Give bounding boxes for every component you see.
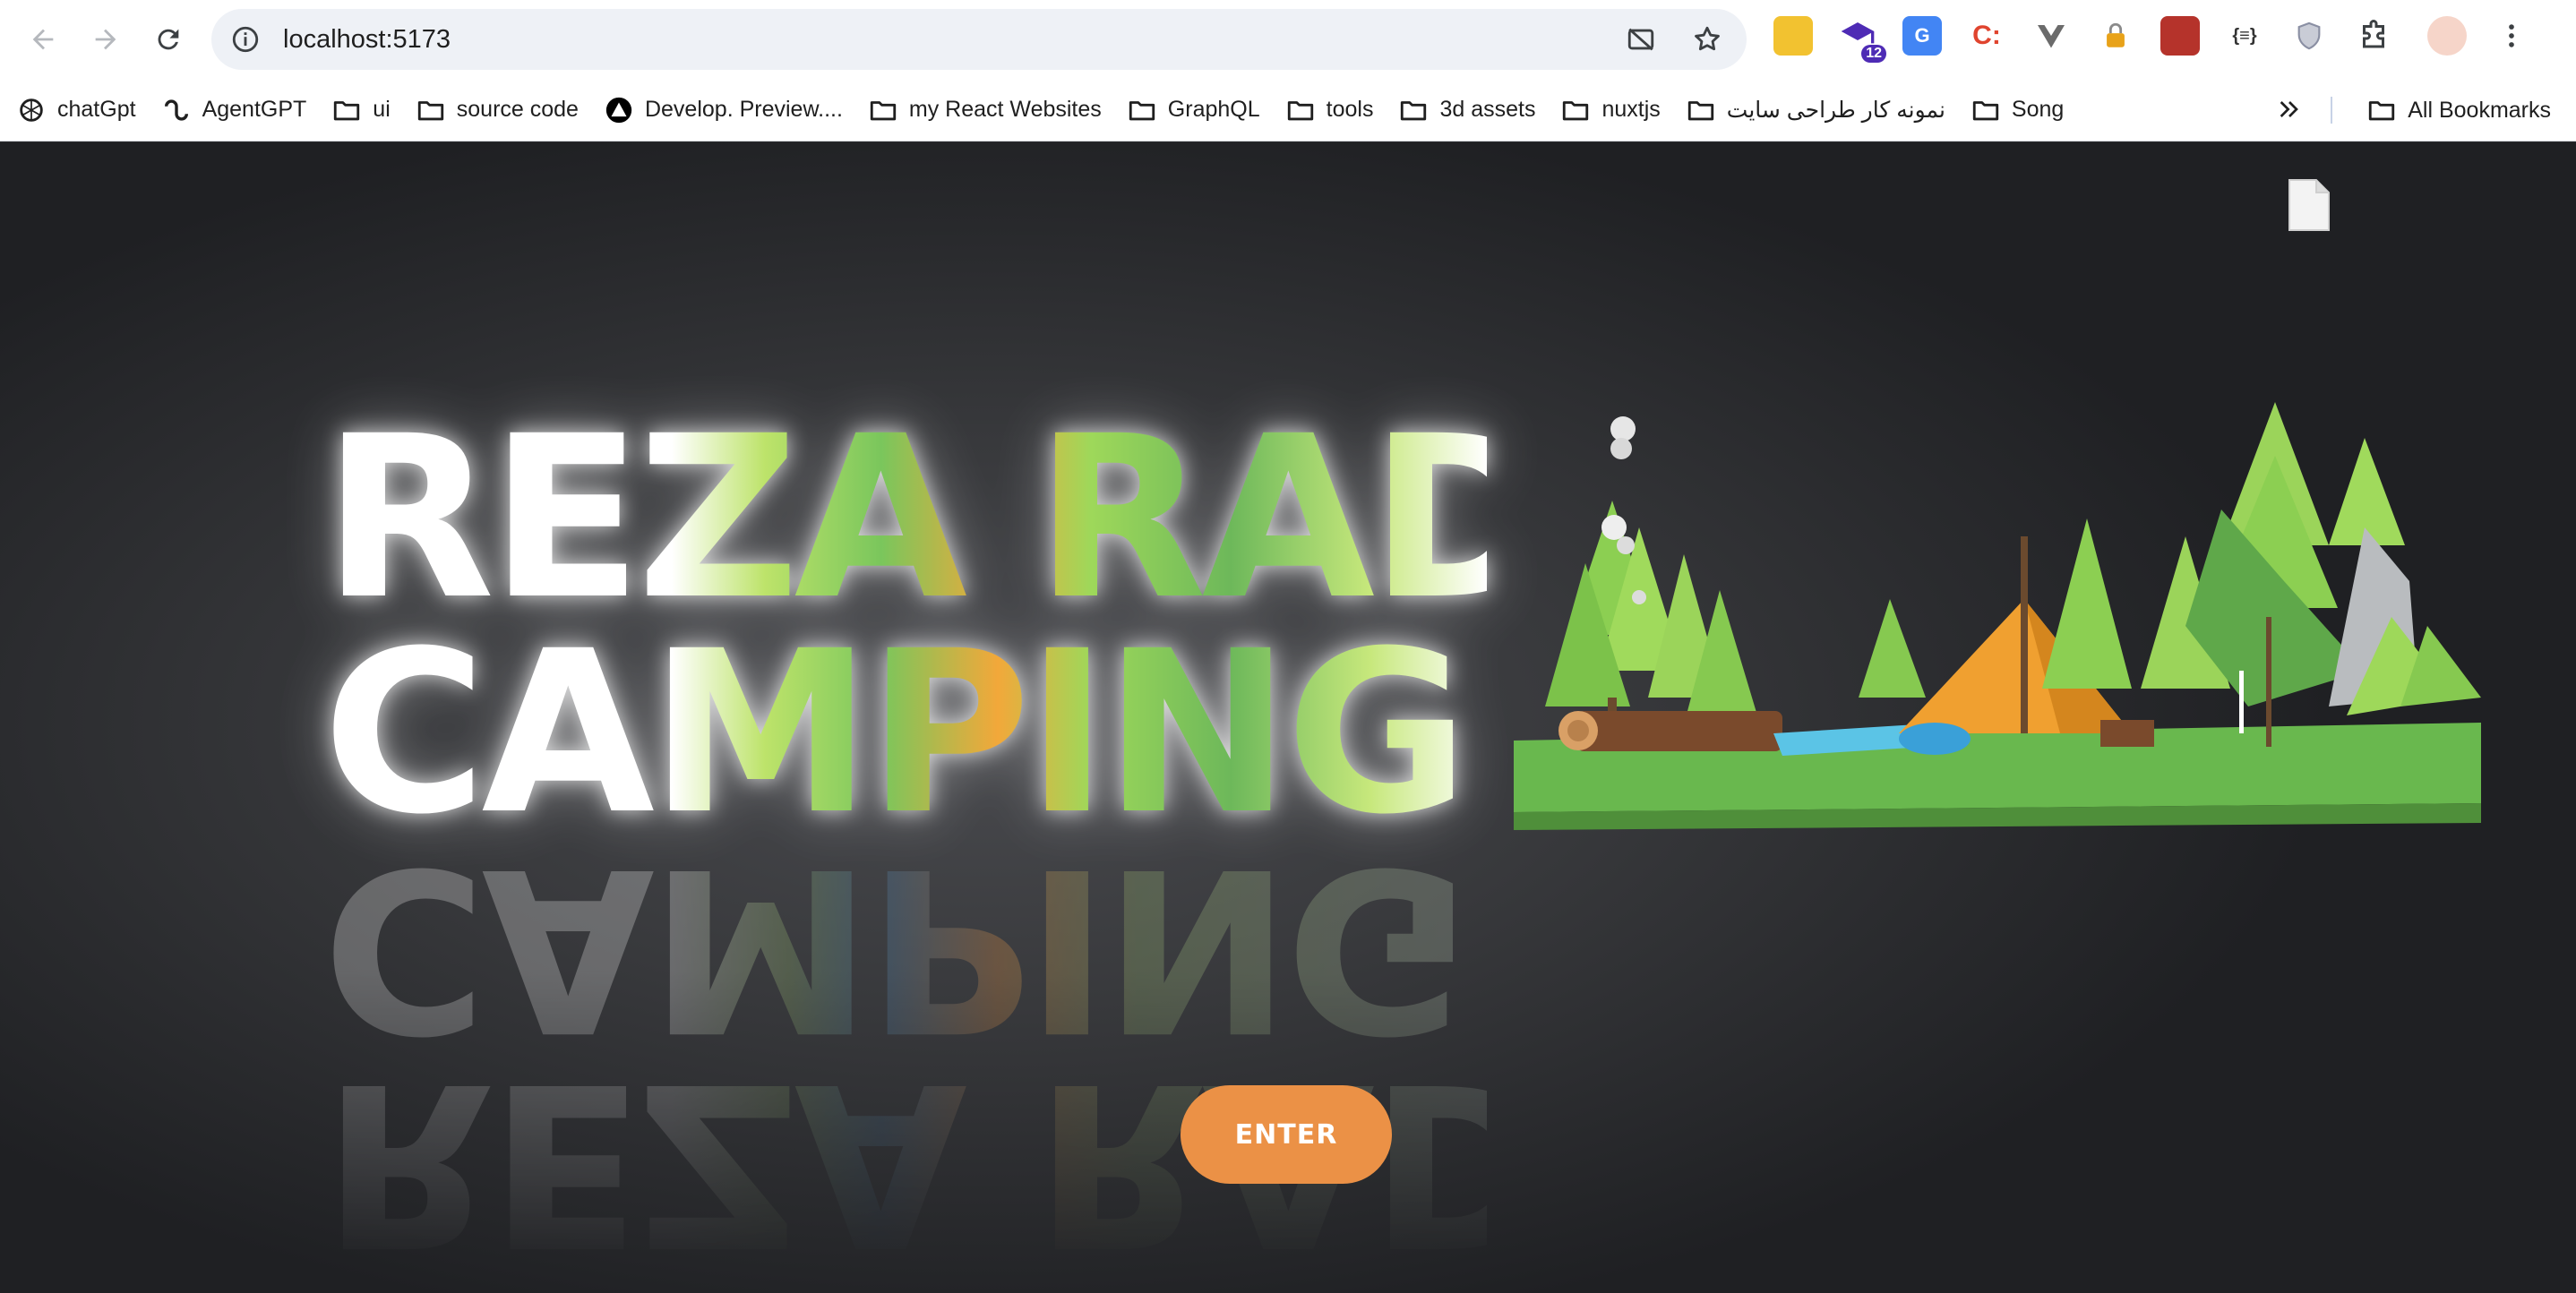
shield-extension-icon[interactable] bbox=[2289, 16, 2329, 56]
agent-icon bbox=[164, 98, 188, 121]
log-pile bbox=[1558, 711, 1782, 751]
bookmarks-divider bbox=[2331, 97, 2332, 124]
sleeping-bag bbox=[1899, 723, 1971, 755]
url-text[interactable]: localhost:5173 bbox=[283, 25, 451, 55]
file-icon[interactable] bbox=[2288, 178, 2331, 232]
more-menu-icon[interactable] bbox=[2492, 16, 2531, 56]
bookmark-folder[interactable]: GraphQL bbox=[1114, 88, 1273, 133]
bookmark-label: Develop. Preview.... bbox=[644, 97, 843, 122]
browser-toolbar: localhost:5173 12 G C: {≡} bbox=[0, 0, 2576, 79]
all-bookmarks-label: All Bookmarks bbox=[2408, 97, 2551, 123]
title-line-1: REZA RAD bbox=[322, 388, 1550, 648]
bookmark-folder[interactable]: my React Websites bbox=[855, 88, 1114, 133]
bookmark-item[interactable]: AgentGPT bbox=[149, 88, 320, 133]
site-info-icon[interactable] bbox=[226, 20, 265, 59]
bookmark-folder[interactable]: source code bbox=[403, 88, 591, 133]
bookmark-folder[interactable]: Song bbox=[1958, 88, 2076, 133]
red-extension-icon[interactable] bbox=[2160, 16, 2200, 56]
bookmark-label: source code bbox=[456, 97, 579, 122]
openai-icon bbox=[20, 98, 43, 122]
tree-group-right bbox=[2185, 402, 2481, 747]
bookmark-label: AgentGPT bbox=[202, 97, 307, 122]
bookmarks-bar: chatGpt AgentGPT ui source code Develop.… bbox=[0, 79, 2576, 141]
more-bookmarks-icon[interactable] bbox=[2271, 91, 2307, 127]
bookmark-folder[interactable]: tools bbox=[1273, 88, 1387, 133]
bookmark-label: tools bbox=[1326, 97, 1374, 122]
avatar[interactable] bbox=[2427, 16, 2467, 56]
translate-extension-icon[interactable]: G bbox=[1902, 16, 1942, 56]
bookmark-star-icon[interactable] bbox=[1686, 18, 1729, 61]
title-line-2: CAMPING bbox=[322, 603, 1464, 863]
reflection-line-2: CAMPING bbox=[322, 818, 1464, 1079]
bookmark-item[interactable]: Develop. Preview.... bbox=[591, 88, 855, 133]
folder-icon bbox=[1129, 100, 1155, 120]
tree-group-left bbox=[1545, 501, 1760, 733]
enter-button[interactable]: ENTER bbox=[1181, 1085, 1392, 1184]
address-bar[interactable]: localhost:5173 bbox=[211, 9, 1747, 70]
vue-extension-icon[interactable] bbox=[2031, 16, 2071, 56]
bookmark-label: Song bbox=[2011, 97, 2065, 122]
title-reflection: REZA RAD CAMPING bbox=[322, 841, 1487, 1271]
folder-icon bbox=[334, 100, 360, 120]
bookmark-label: nuxtjs bbox=[1601, 97, 1661, 122]
puzzle-icon[interactable] bbox=[2354, 16, 2393, 56]
eye-off-icon[interactable] bbox=[1619, 18, 1662, 61]
webgl-canvas[interactable]: REZA RAD CAMPING REZA RAD CAMPING ENTER bbox=[0, 142, 2576, 1293]
lock-extension-icon[interactable] bbox=[2096, 16, 2135, 56]
bookmark-folder[interactable]: 3d assets bbox=[1386, 88, 1548, 133]
c-extension-icon[interactable]: C: bbox=[1967, 16, 2006, 56]
bookmark-label: نمونه کار طراحی سایت bbox=[1726, 97, 1945, 123]
folder-icon bbox=[1401, 100, 1427, 120]
folder-icon bbox=[870, 100, 897, 120]
extension-badge: 12 bbox=[1861, 45, 1886, 63]
arrow-right-icon bbox=[95, 29, 116, 50]
camping-scene bbox=[1514, 402, 2481, 830]
vercel-icon bbox=[605, 97, 632, 123]
tree-stump bbox=[2100, 720, 2154, 747]
json-extension-icon[interactable]: {≡} bbox=[2225, 16, 2264, 56]
folder-icon bbox=[417, 100, 443, 120]
reload-icon bbox=[158, 29, 179, 50]
bookmark-item[interactable]: chatGpt bbox=[0, 88, 149, 133]
bookmark-label: chatGpt bbox=[57, 97, 136, 122]
all-bookmarks-button[interactable]: All Bookmarks bbox=[2354, 88, 2563, 133]
folder-icon bbox=[1287, 100, 1313, 120]
bookmark-folder[interactable]: نمونه کار طراحی سایت bbox=[1673, 88, 1958, 133]
hero-title: REZA RAD CAMPING bbox=[322, 411, 1487, 841]
bookmark-label: 3d assets bbox=[1439, 97, 1536, 122]
folder-icon bbox=[1563, 100, 1589, 120]
forward-button[interactable] bbox=[81, 14, 131, 64]
graduation-extension-icon[interactable]: 12 bbox=[1838, 16, 1886, 63]
arrow-left-icon bbox=[32, 29, 54, 50]
keep-extension-icon[interactable] bbox=[1773, 16, 1813, 56]
folder-icon bbox=[1687, 100, 1713, 120]
extensions-row: 12 G C: {≡} bbox=[1773, 16, 2556, 63]
reload-button[interactable] bbox=[143, 14, 193, 64]
bookmark-label: ui bbox=[373, 97, 391, 122]
folder-icon bbox=[1972, 100, 1999, 120]
bookmark-label: my React Websites bbox=[908, 97, 1102, 122]
bookmark-label: GraphQL bbox=[1167, 97, 1260, 122]
bookmark-folder[interactable]: ui bbox=[319, 88, 402, 133]
bookmark-folder[interactable]: nuxtjs bbox=[1548, 88, 1672, 133]
back-button[interactable] bbox=[18, 14, 68, 64]
folder-icon bbox=[2369, 101, 2395, 121]
